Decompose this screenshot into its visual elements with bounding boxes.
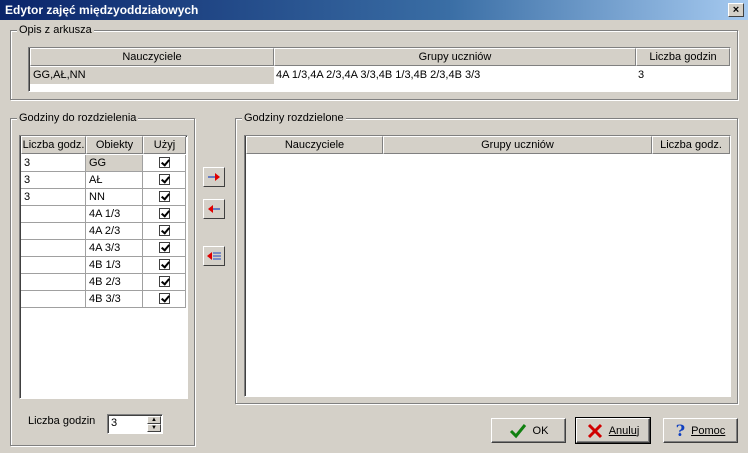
move-left-button[interactable]	[203, 199, 225, 219]
row-liczba-godz[interactable]	[21, 223, 86, 240]
row-uzyj-cell	[143, 274, 186, 291]
header-uzyj[interactable]: Użyj	[143, 136, 186, 154]
arrow-right-icon	[208, 173, 220, 181]
ok-button[interactable]: OK	[491, 418, 566, 443]
spin-up-icon[interactable]: ▲	[147, 416, 161, 424]
row-obiekt[interactable]: 4B 2/3	[86, 274, 143, 291]
row-liczba-godz[interactable]	[21, 291, 86, 308]
liczba-godzin-spinner[interactable]: 3 ▲ ▼	[107, 414, 163, 434]
uzyj-checkbox[interactable]	[159, 242, 170, 253]
arrow-left-icon	[208, 205, 220, 213]
close-icon[interactable]: ×	[728, 3, 744, 17]
pomoc-button[interactable]: ? Pomoc	[663, 418, 738, 443]
row-obiekt[interactable]: 4A 1/3	[86, 206, 143, 223]
row-obiekt[interactable]: 4A 2/3	[86, 223, 143, 240]
title-bar: Edytor zajęć międzyoddziałowych ×	[0, 0, 748, 20]
uzyj-checkbox[interactable]	[159, 174, 170, 185]
liczba-godzin-label: Liczba godzin	[28, 415, 96, 427]
header-obiekty[interactable]: Obiekty	[86, 136, 143, 154]
row-liczba-godz[interactable]	[21, 240, 86, 257]
do-rozdzielenia-legend: Godziny do rozdzielenia	[17, 111, 139, 125]
uzyj-checkbox[interactable]	[159, 157, 170, 168]
row-obiekt[interactable]: NN	[86, 189, 143, 206]
opis-header-nauczyciele[interactable]: Nauczyciele	[30, 48, 274, 66]
uzyj-checkbox[interactable]	[159, 191, 170, 202]
move-all-left-button[interactable]	[203, 246, 225, 266]
row-liczba-godz[interactable]	[21, 206, 86, 223]
rozdzielone-grid[interactable]: Nauczyciele Grupy uczniów Liczba godz.	[244, 135, 731, 397]
row-obiekt[interactable]: GG	[86, 155, 143, 172]
row-obiekt[interactable]: 4B 1/3	[86, 257, 143, 274]
row-uzyj-cell	[143, 291, 186, 308]
checkmark-icon	[509, 423, 526, 438]
do-rozdzielenia-grid: Liczba godz. Obiekty Użyj 3 GG 3 AŁ 3 NN 4A 1/…	[19, 135, 188, 399]
uzyj-checkbox[interactable]	[159, 293, 170, 304]
spin-down-icon[interactable]: ▼	[147, 424, 161, 432]
row-uzyj-cell	[143, 189, 186, 206]
uzyj-checkbox[interactable]	[159, 208, 170, 219]
opis-legend: Opis z arkusza	[17, 23, 94, 37]
row-liczba-godz[interactable]: 3	[21, 155, 86, 172]
pomoc-label: Pomoc	[691, 424, 726, 437]
row-liczba-godz[interactable]	[21, 257, 86, 274]
header-liczba-godz[interactable]: Liczba godz.	[21, 136, 86, 154]
row-uzyj-cell	[143, 257, 186, 274]
anuluj-button[interactable]: Anuluj	[575, 417, 651, 444]
row-uzyj-cell	[143, 240, 186, 257]
anuluj-label: Anuluj	[608, 424, 640, 437]
move-right-button[interactable]	[203, 167, 225, 187]
row-uzyj-cell	[143, 172, 186, 189]
row-liczba-godz[interactable]: 3	[21, 172, 86, 189]
row-uzyj-cell	[143, 155, 186, 172]
help-question-icon: ?	[675, 421, 686, 440]
rozdzielone-legend: Godziny rozdzielone	[242, 111, 346, 125]
opis-cell-grupy[interactable]: 4A 1/3,4A 2/3,4A 3/3,4B 1/3,4B 2/3,4B 3/…	[276, 67, 636, 84]
opis-cell-liczba[interactable]: 3	[638, 67, 728, 84]
opis-header-grupy[interactable]: Grupy uczniów	[274, 48, 636, 66]
rozdzielone-header-nauczyciele[interactable]: Nauczyciele	[246, 136, 383, 154]
opis-header-liczba[interactable]: Liczba godzin	[636, 48, 730, 66]
window-title: Edytor zajęć międzyoddziałowych	[5, 3, 199, 17]
ok-label: OK	[532, 424, 549, 437]
uzyj-checkbox[interactable]	[159, 225, 170, 236]
opis-grid: Nauczyciele Grupy uczniów Liczba godzin …	[28, 47, 731, 92]
uzyj-checkbox[interactable]	[159, 259, 170, 270]
row-liczba-godz[interactable]	[21, 274, 86, 291]
uzyj-checkbox[interactable]	[159, 276, 170, 287]
rozdzielone-header-liczba[interactable]: Liczba godz.	[652, 136, 730, 154]
liczba-godzin-value[interactable]: 3	[111, 417, 117, 429]
row-obiekt[interactable]: 4B 3/3	[86, 291, 143, 308]
row-obiekt[interactable]: 4A 3/3	[86, 240, 143, 257]
row-obiekt[interactable]: AŁ	[86, 172, 143, 189]
row-uzyj-cell	[143, 223, 186, 240]
row-uzyj-cell	[143, 206, 186, 223]
cancel-x-icon	[587, 423, 602, 438]
row-liczba-godz[interactable]: 3	[21, 189, 86, 206]
opis-cell-nauczyciele[interactable]: GG,AŁ,NN	[30, 67, 274, 84]
arrow-left-all-icon	[207, 252, 221, 260]
rozdzielone-header-grupy[interactable]: Grupy uczniów	[383, 136, 652, 154]
